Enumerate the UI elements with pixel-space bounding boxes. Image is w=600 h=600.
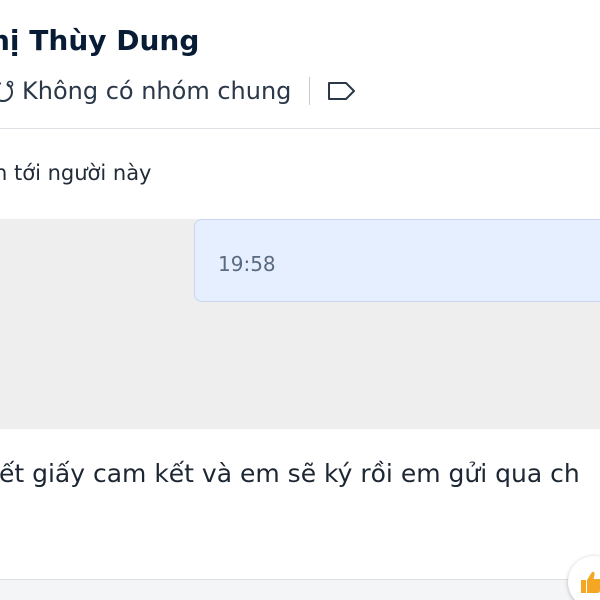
tag-label-icon[interactable] (326, 79, 358, 103)
common-groups-label[interactable]: Không có nhóm chung (22, 77, 291, 105)
message-composer[interactable]: iết giấy cam kết và em sẽ ký rồi em gửi … (0, 429, 600, 580)
chat-window: hị Thùy Dung Không có nhóm chung n tới n… (0, 0, 600, 600)
message-time: 19:58 (218, 252, 276, 276)
contact-name[interactable]: hị Thùy Dung (0, 24, 199, 57)
thumbs-up-icon (578, 569, 600, 595)
header-divider (309, 77, 311, 105)
conversation-header: hị Thùy Dung Không có nhóm chung (0, 0, 600, 129)
message-list: 19:58 (0, 219, 600, 429)
banner-text: n tới người này (0, 161, 152, 185)
composer-footer (0, 580, 600, 600)
info-banner: n tới người này (0, 129, 600, 219)
message-bubble[interactable]: 19:58 (194, 219, 600, 302)
group-circle-icon (0, 78, 16, 104)
composer-input[interactable]: iết giấy cam kết và em sẽ ký rồi em gửi … (0, 459, 580, 488)
contact-subline: Không có nhóm chung (0, 74, 358, 108)
